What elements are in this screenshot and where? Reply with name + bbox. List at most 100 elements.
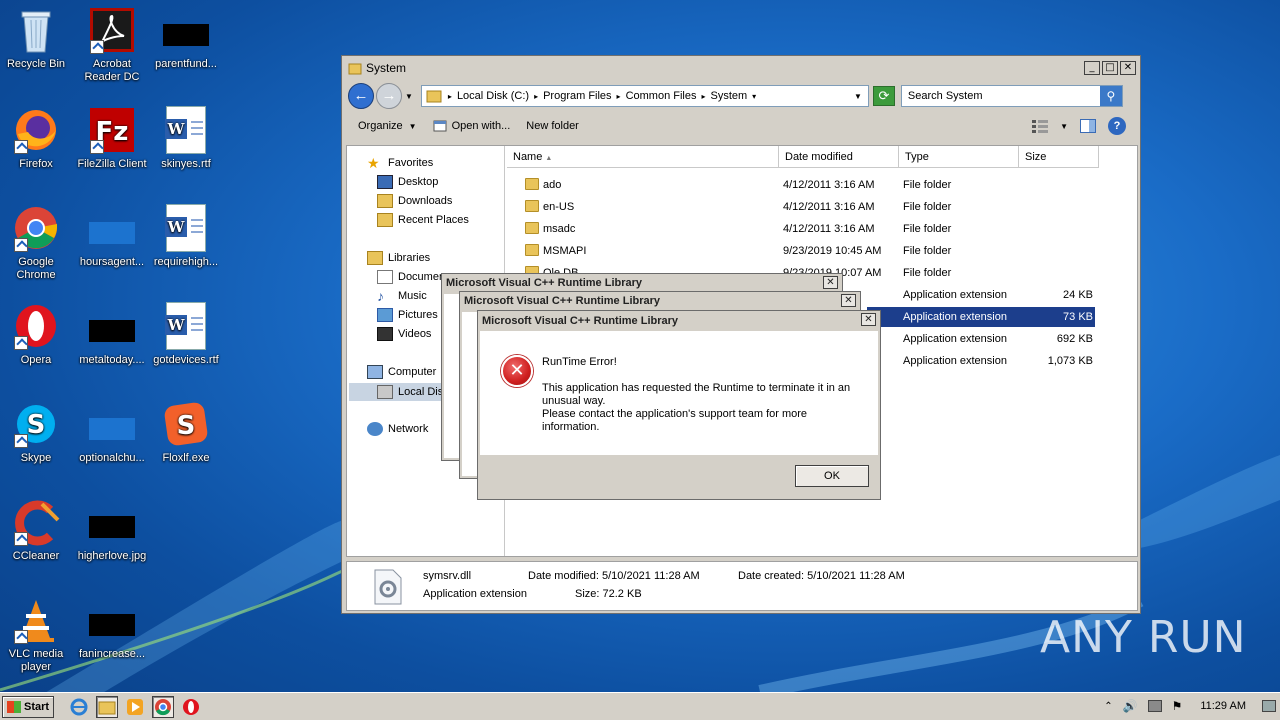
file-row[interactable]: en-US 4/12/2011 3:16 AM File folder	[507, 197, 1107, 217]
refresh-button[interactable]: ⟳	[872, 86, 895, 106]
clock[interactable]: 11:29 AM	[1200, 700, 1246, 712]
nav-videos-label: Videos	[398, 328, 432, 340]
view-dropdown-icon[interactable]: ▼	[1060, 122, 1068, 131]
close-button[interactable]: ✕	[823, 276, 838, 289]
close-button[interactable]: ✕	[1120, 61, 1136, 75]
dialog-titlebar[interactable]: Microsoft Visual C++ Runtime Library ✕	[478, 311, 880, 331]
desktop-icon-filezilla[interactable]: Fz FileZilla Client	[74, 106, 150, 171]
address-bar[interactable]: ▸ Local Disk (C:) ▸ Program Files ▸ Comm…	[420, 85, 869, 107]
desktop-icon-fanincrease[interactable]: fanincrease...	[74, 596, 150, 661]
taskbar-opera[interactable]	[180, 696, 202, 718]
desktop-icon-recycle-bin[interactable]: Recycle Bin	[0, 6, 74, 71]
view-options-icon[interactable]	[1032, 119, 1049, 133]
dialog-titlebar[interactable]: Microsoft Visual C++ Runtime Library ✕	[442, 274, 842, 292]
file-row[interactable]: ado 4/12/2011 3:16 AM File folder	[507, 175, 1107, 195]
desktop-icon-vlc[interactable]: VLC media player	[0, 596, 74, 674]
breadcrumb-separator-icon[interactable]: ▸	[701, 92, 705, 101]
close-button[interactable]: ✕	[861, 313, 876, 326]
search-input[interactable]: Search System ⚲	[900, 85, 1123, 107]
nav-libraries[interactable]: Libraries	[367, 251, 430, 265]
nav-pictures[interactable]: Pictures	[377, 308, 438, 322]
details-date-created: Date created: 5/10/2021 11:28 AM	[738, 570, 905, 582]
maximize-button[interactable]: □	[1102, 61, 1118, 75]
nav-documents[interactable]: Documen	[377, 270, 445, 284]
star-icon: ★	[367, 155, 380, 171]
organize-button[interactable]: Organize ▼	[358, 120, 417, 132]
desktop-icon-skinyes[interactable]: W skinyes.rtf	[148, 106, 224, 171]
nav-videos[interactable]: Videos	[377, 327, 431, 341]
search-icon[interactable]: ⚲	[1099, 86, 1122, 106]
file-row[interactable]: msadc 4/12/2011 3:16 AM File folder	[507, 219, 1107, 239]
desktop-icon-optionalchu[interactable]: optionalchu...	[74, 400, 150, 465]
network-status-icon[interactable]	[1147, 700, 1162, 712]
taskbar-media-player[interactable]	[124, 696, 146, 718]
open-with-label: Open with...	[451, 120, 511, 132]
desktop-icon-label: hoursagent...	[79, 256, 145, 268]
minimize-button[interactable]: _	[1084, 61, 1100, 75]
nav-downloads[interactable]: Downloads	[377, 194, 452, 208]
nav-favorites[interactable]: ★ Favorites	[367, 156, 433, 170]
column-header-type[interactable]: Type	[899, 146, 1019, 168]
forward-button[interactable]: →	[376, 83, 402, 109]
file-type: Application extension	[903, 333, 1007, 345]
desktop-icon-hoursagent[interactable]: hoursagent...	[74, 204, 150, 269]
breadcrumb-separator-icon[interactable]: ▾	[752, 92, 756, 101]
show-hidden-icons-icon[interactable]: ⌃	[1104, 701, 1112, 712]
desktop-icon-gotdevices[interactable]: W gotdevices.rtf	[148, 302, 224, 367]
desktop-icon-label: Firefox	[19, 158, 53, 170]
desktop-icon-floxlf[interactable]: S Floxlf.exe	[148, 400, 224, 465]
nav-recent-places[interactable]: Recent Places	[377, 213, 469, 227]
desktop-icon-ccleaner[interactable]: CCleaner	[0, 498, 74, 563]
address-dropdown-icon[interactable]: ▼	[854, 92, 862, 101]
open-with-button[interactable]: Open with...	[433, 120, 511, 132]
dialog-body: ✕ RunTime Error! This application has re…	[480, 331, 878, 455]
preview-pane-icon[interactable]	[1080, 119, 1096, 133]
desktop-icon-opera[interactable]: Opera	[0, 302, 74, 367]
breadcrumb-separator-icon[interactable]: ▸	[534, 92, 538, 101]
window-titlebar[interactable]: System _ □ ✕	[342, 56, 1140, 80]
desktop-icon-metaltoday[interactable]: metaltoday....	[74, 302, 150, 367]
history-dropdown-icon[interactable]: ▼	[405, 92, 413, 101]
help-icon[interactable]: ?	[1108, 117, 1126, 135]
desktop-icon-label: skinyes.rtf	[161, 158, 211, 170]
close-button[interactable]: ✕	[841, 294, 856, 307]
file-row[interactable]: MSMAPI 9/23/2019 10:45 AM File folder	[507, 241, 1107, 261]
taskbar-chrome[interactable]	[152, 695, 174, 718]
volume-icon[interactable]: 🔊	[1123, 699, 1138, 713]
nav-music[interactable]: ♪ Music	[377, 289, 427, 303]
breadcrumb-system[interactable]: System	[710, 90, 747, 102]
column-header-date[interactable]: Date modified	[779, 146, 899, 168]
desktop-icon-higherlove[interactable]: higherlove.jpg	[74, 498, 150, 563]
dialog-titlebar[interactable]: Microsoft Visual C++ Runtime Library ✕	[460, 292, 860, 310]
desktop-icon-requirehigh[interactable]: W requirehigh...	[148, 204, 224, 269]
start-button[interactable]: Start	[2, 695, 54, 718]
breadcrumb-separator-icon[interactable]: ▸	[448, 92, 452, 101]
file-type: File folder	[903, 267, 952, 279]
ok-button[interactable]: OK	[795, 465, 869, 487]
desktop-icon-firefox[interactable]: Firefox	[0, 106, 74, 171]
shortcut-arrow-icon	[14, 434, 28, 448]
network-icon	[367, 422, 383, 436]
desktop-icon-acrobat[interactable]: Acrobat Reader DC	[74, 6, 150, 84]
column-header-name[interactable]: Name ▲	[507, 146, 779, 168]
nav-desktop[interactable]: Desktop	[377, 175, 438, 189]
taskbar-explorer[interactable]	[96, 695, 118, 718]
nav-computer[interactable]: Computer	[367, 365, 436, 379]
taskbar-ie[interactable]	[68, 696, 90, 718]
breadcrumb-program-files[interactable]: Program Files	[543, 90, 611, 102]
desktop-icon-skype[interactable]: S Skype	[0, 400, 74, 465]
desktop-icon-parentfund[interactable]: parentfund...	[148, 6, 224, 71]
action-center-flag-icon[interactable]: ⚑	[1172, 699, 1183, 713]
column-header-size[interactable]: Size	[1019, 146, 1099, 168]
show-desktop-icon[interactable]	[1262, 700, 1276, 712]
file-row-selected[interactable]: Application extension 73 KB	[867, 307, 1095, 327]
back-button[interactable]: ←	[348, 83, 374, 109]
breadcrumb-separator-icon[interactable]: ▸	[617, 92, 621, 101]
error-dialog[interactable]: Microsoft Visual C++ Runtime Library ✕ ✕ …	[477, 310, 881, 500]
new-folder-button[interactable]: New folder	[526, 120, 579, 132]
breadcrumb-common-files[interactable]: Common Files	[626, 90, 697, 102]
file-thumbnail	[89, 222, 135, 244]
breadcrumb-local-disk[interactable]: Local Disk (C:)	[457, 90, 529, 102]
nav-network[interactable]: Network	[367, 422, 428, 436]
desktop-icon-chrome[interactable]: Google Chrome	[0, 204, 74, 282]
